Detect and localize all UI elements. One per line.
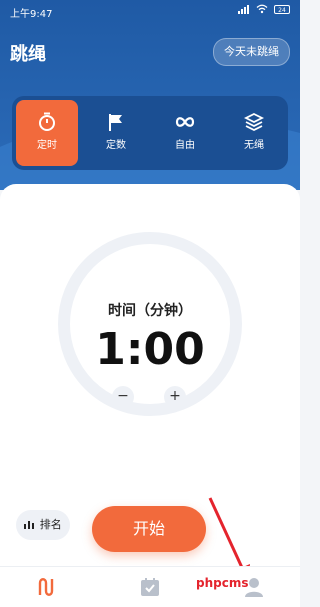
wifi-icon: [256, 4, 268, 14]
stopwatch-icon: [39, 112, 55, 131]
mode-count[interactable]: 定数: [85, 100, 147, 166]
page-title: 跳绳: [10, 44, 46, 65]
mode-selector: 定时 定数 自由 无绳: [12, 96, 288, 170]
signal-icon: [238, 4, 250, 14]
decrease-button[interactable]: −: [112, 386, 134, 408]
mode-label: 无绳: [244, 140, 264, 151]
calendar-check-icon[interactable]: [138, 575, 162, 599]
watermark-text: phpcms: [196, 576, 249, 590]
infinity-icon: [175, 117, 195, 127]
status-icons: 24: [238, 4, 290, 14]
mode-label: 定数: [106, 140, 126, 151]
status-time: 上午9:47: [10, 9, 53, 20]
rope-icon[interactable]: [34, 575, 58, 599]
ranking-button[interactable]: 排名: [16, 510, 70, 540]
bottom-tab-bar: [0, 566, 300, 607]
mode-free[interactable]: 自由: [154, 100, 216, 166]
today-status-button[interactable]: 今天未跳绳: [213, 38, 290, 66]
battery-icon: 24: [274, 4, 290, 14]
timer-label: 时间（分钟）: [108, 303, 192, 319]
status-bar: 上午9:47 24: [0, 0, 300, 22]
mode-label: 定时: [37, 140, 57, 151]
start-button[interactable]: 开始: [92, 506, 206, 552]
mode-timed[interactable]: 定时: [16, 100, 78, 166]
mode-ropeless[interactable]: 无绳: [223, 100, 285, 166]
timer-value[interactable]: 1:00: [0, 324, 300, 375]
increase-button[interactable]: +: [164, 386, 186, 408]
flag-icon: [109, 114, 122, 131]
mode-label: 自由: [175, 140, 195, 151]
layers-icon: [243, 112, 265, 132]
bar-chart-icon: [24, 521, 35, 529]
ranking-label: 排名: [39, 518, 62, 531]
